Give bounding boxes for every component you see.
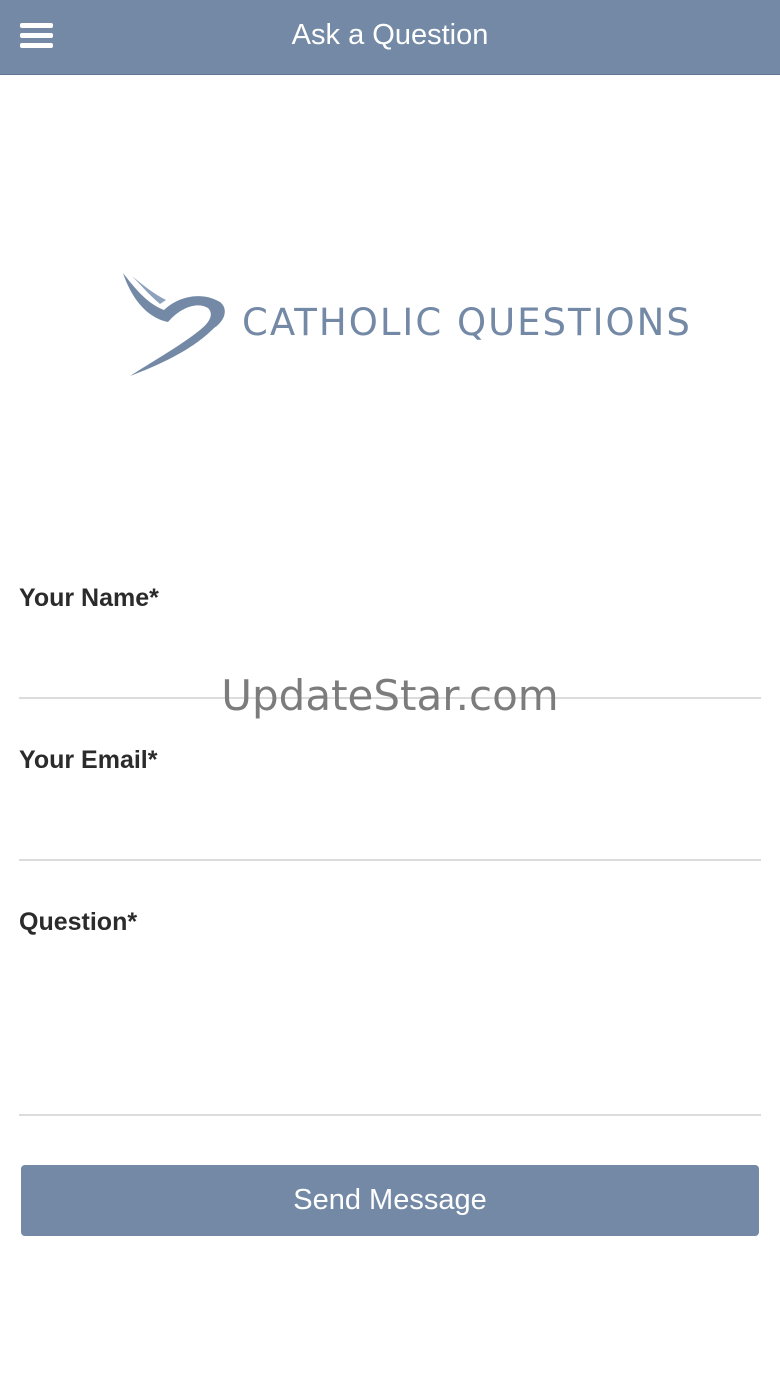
- name-label: Your Name*: [19, 584, 159, 612]
- top-bar: Ask a Question: [0, 0, 780, 75]
- name-input[interactable]: [19, 650, 761, 699]
- question-input[interactable]: [19, 960, 761, 1116]
- send-message-button[interactable]: Send Message: [21, 1165, 759, 1236]
- dove-icon: [123, 273, 225, 376]
- question-label: Question*: [19, 908, 138, 936]
- email-input[interactable]: [19, 812, 761, 861]
- logo-text: CATHOLIC QUESTIONS: [242, 301, 692, 344]
- logo: CATHOLIC QUESTIONS: [118, 268, 690, 380]
- app-screen: Ask a Question CATHOLIC QUESTIONS Your N…: [0, 0, 780, 1387]
- page-title: Ask a Question: [291, 19, 489, 51]
- email-label: Your Email*: [19, 746, 158, 774]
